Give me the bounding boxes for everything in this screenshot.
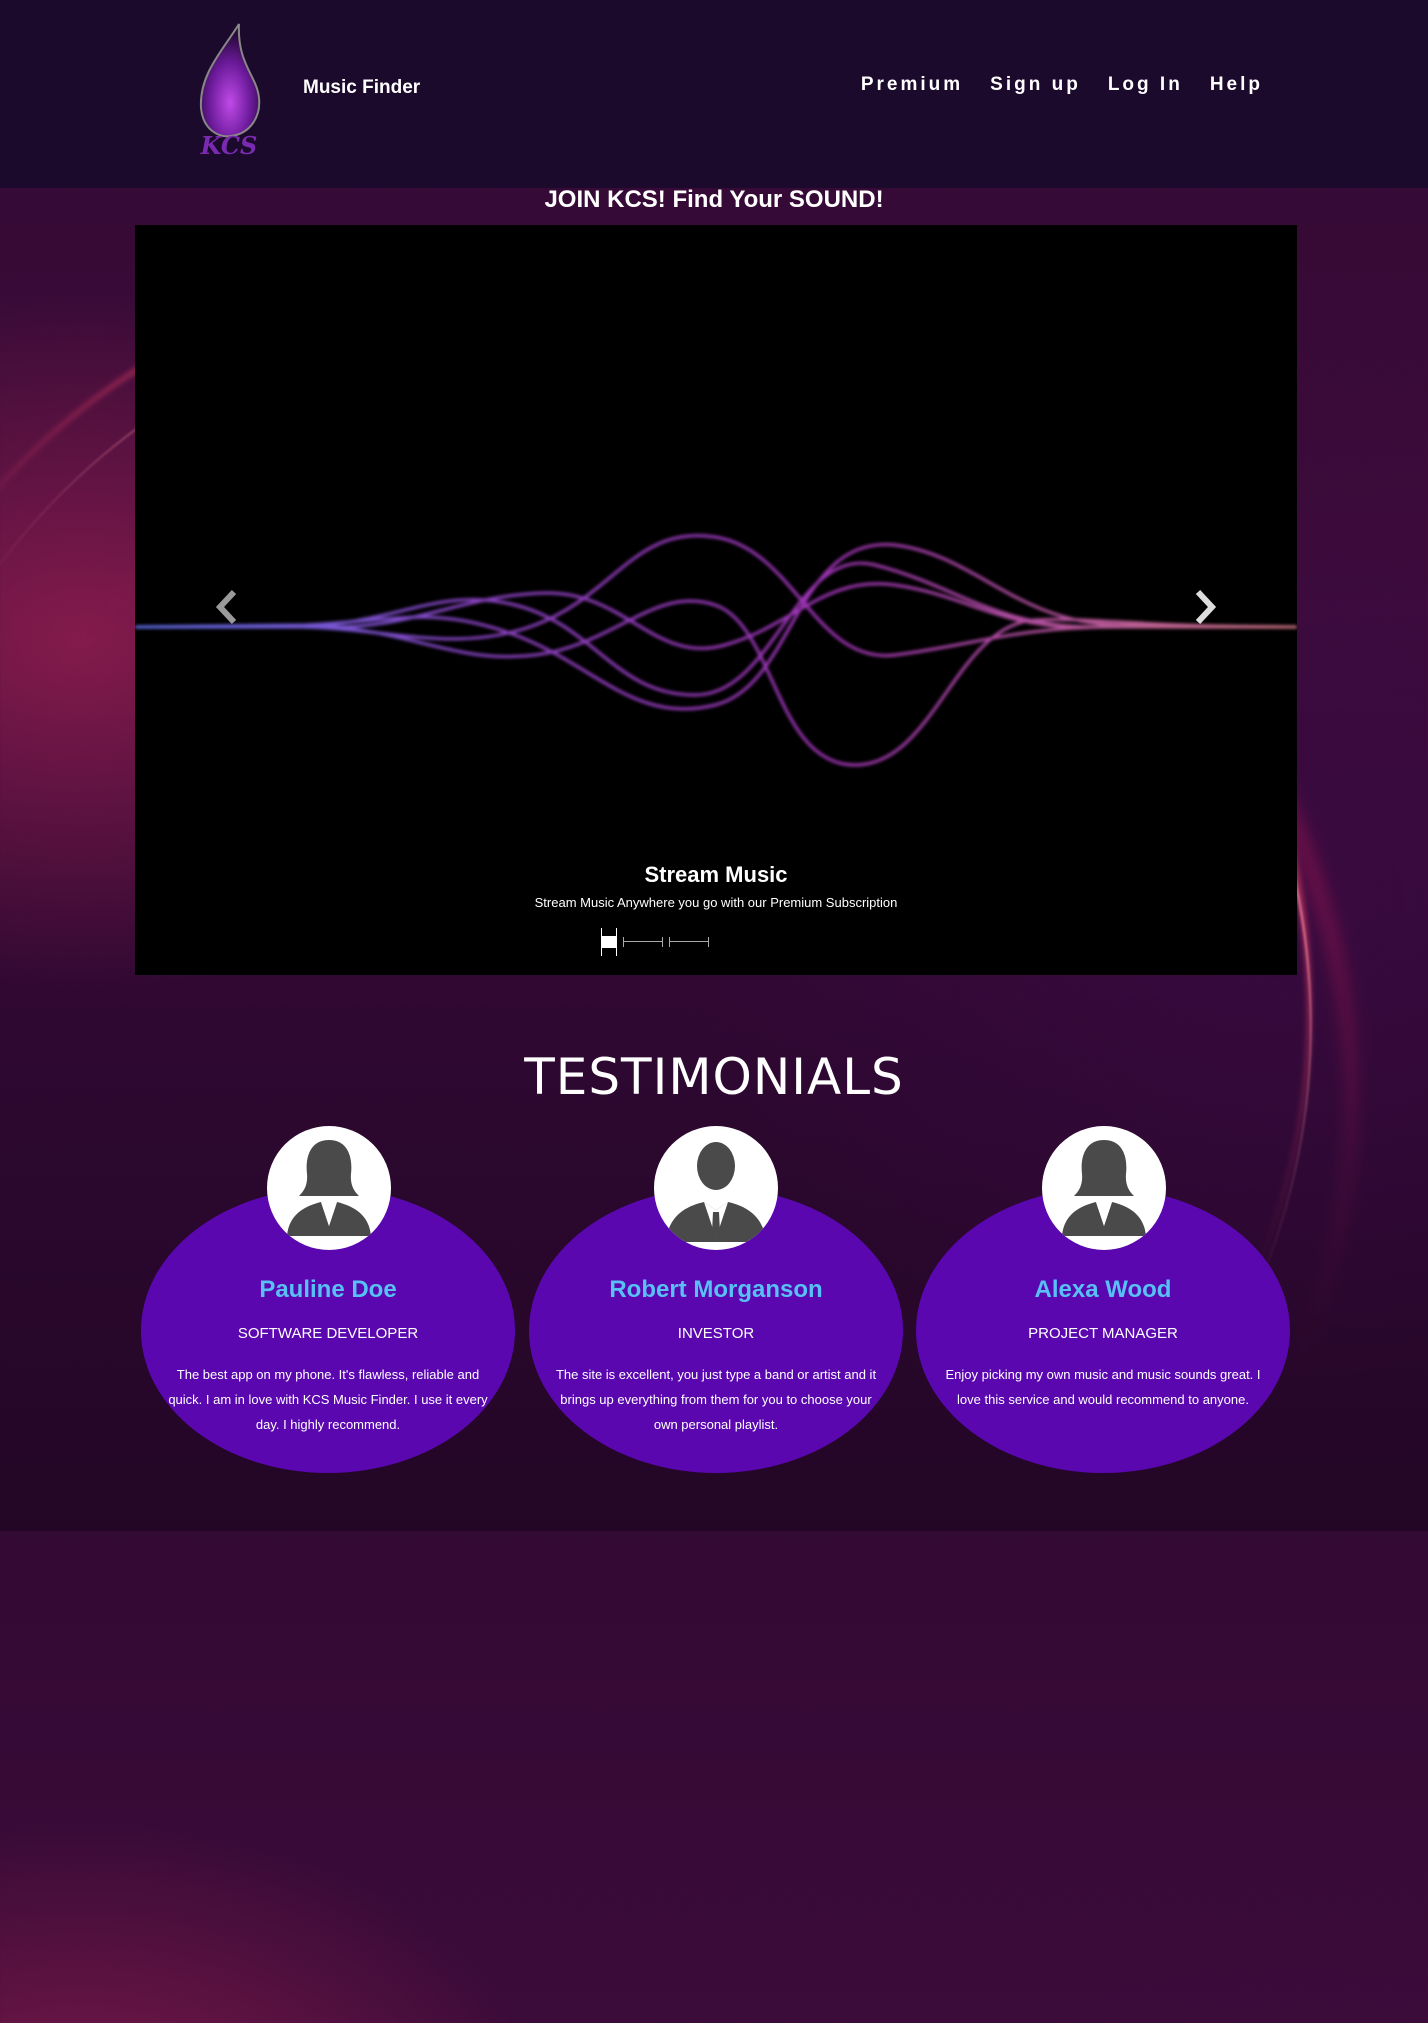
kcs-logo[interactable]: KCS bbox=[193, 20, 265, 160]
testimonial-role: INVESTOR bbox=[677, 1325, 755, 1342]
nav-help[interactable]: Help bbox=[1210, 74, 1263, 96]
male-avatar-icon bbox=[654, 1126, 778, 1250]
carousel-indicator-3[interactable] bbox=[669, 937, 709, 947]
carousel-indicator-1[interactable] bbox=[601, 928, 617, 956]
carousel-next-button[interactable] bbox=[1185, 585, 1225, 629]
testimonial-quote: The site is excellent, you just type a b… bbox=[555, 1367, 877, 1432]
female-avatar-icon bbox=[267, 1126, 391, 1250]
carousel-indicator-2[interactable] bbox=[623, 937, 663, 947]
site-header: KCS Music Finder Premium Sign up Log In … bbox=[0, 0, 1428, 188]
brand-title[interactable]: Music Finder bbox=[303, 77, 420, 99]
carousel-prev-button[interactable] bbox=[207, 585, 247, 629]
nav-log-in[interactable]: Log In bbox=[1108, 74, 1183, 96]
chevron-left-icon bbox=[215, 589, 237, 625]
logo-text: KCS bbox=[200, 131, 258, 160]
carousel-indicators bbox=[601, 928, 709, 956]
hero-carousel: Stream Music Stream Music Anywhere you g… bbox=[135, 225, 1297, 975]
testimonial-quote: Enjoy picking my own music and music sou… bbox=[945, 1367, 1261, 1407]
testimonial-name: Alexa Wood bbox=[1034, 1276, 1172, 1303]
testimonial-role: SOFTWARE DEVELOPER bbox=[237, 1325, 419, 1342]
testimonial-name: Pauline Doe bbox=[259, 1276, 397, 1303]
main-nav: Premium Sign up Log In Help bbox=[861, 74, 1263, 96]
testimonial-quote: The best app on my phone. It's flawless,… bbox=[168, 1367, 488, 1432]
testimonial-role: PROJECT MANAGER bbox=[1028, 1325, 1178, 1342]
female-avatar-icon bbox=[1042, 1126, 1166, 1250]
testimonials-title: TESTIMONIALS bbox=[524, 1048, 904, 1106]
testimonial-name: Robert Morganson bbox=[609, 1276, 823, 1303]
nav-premium[interactable]: Premium bbox=[861, 74, 963, 96]
hero-heading: JOIN KCS! Find Your SOUND! bbox=[544, 186, 884, 213]
slide-title: Stream Music bbox=[644, 862, 788, 887]
nav-sign-up[interactable]: Sign up bbox=[990, 74, 1081, 96]
slide-text: Stream Music Anywhere you go with our Pr… bbox=[534, 895, 898, 910]
chevron-right-icon bbox=[1195, 589, 1217, 625]
